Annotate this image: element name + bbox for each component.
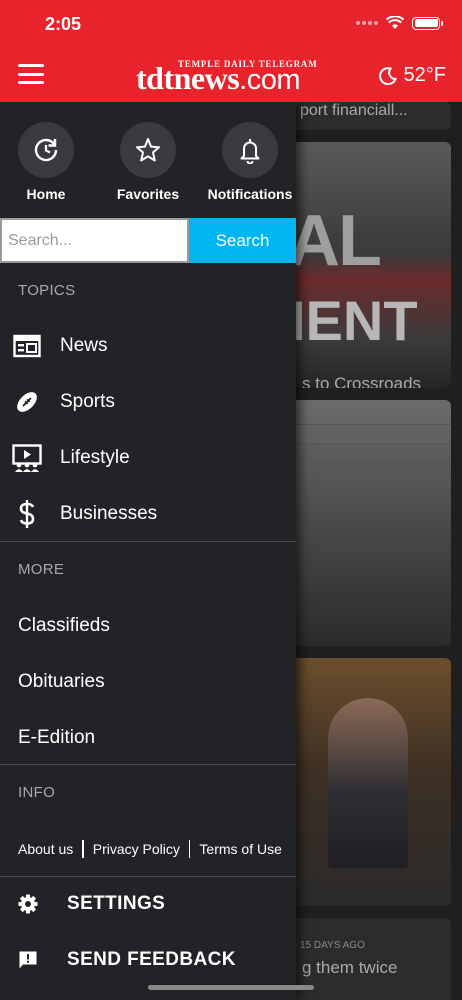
topic-label: Sports [60,391,115,412]
home-label: Home [26,186,66,202]
site-logo[interactable]: tdtnews.com TEMPLE DAILY TELEGRAM [136,56,328,96]
link-separator [188,840,191,858]
status-icons [356,16,443,30]
status-time: 2:05 [45,14,82,34]
topic-label: Lifestyle [60,447,130,468]
search-input[interactable] [0,218,189,263]
article-image-text: IENT [296,289,418,352]
newspaper-icon [0,334,60,358]
divider [0,541,296,542]
privacy-policy-link[interactable]: Privacy Policy [93,841,180,857]
home-indicator[interactable] [148,985,314,990]
article-title: port financiall... [300,102,408,119]
terms-of-use-link[interactable]: Terms of Use [199,841,281,857]
topic-item-lifestyle[interactable]: Lifestyle [0,430,296,486]
settings-button[interactable]: SETTINGS [0,876,296,932]
article-card[interactable] [296,400,451,646]
article-card[interactable]: AL IENT s to Crossroads [296,142,451,388]
more-item-classifieds[interactable]: Classifieds [18,615,110,637]
article-card[interactable]: port financiall... [296,102,451,130]
topic-label: News [60,335,108,356]
divider [0,764,296,765]
notifications-label: Notifications [207,186,293,202]
football-icon [0,389,60,415]
search-bar: Search [0,218,296,263]
quick-actions: Home Favorites Notifications [0,122,296,202]
article-title: s to Crossroads [302,374,422,388]
topic-label: Businesses [60,503,158,524]
favorites-label: Favorites [116,186,180,202]
logo-tagline: TEMPLE DAILY TELEGRAM [178,59,318,69]
navigation-drawer: Home Favorites Notifications Search TOPI… [0,102,296,1000]
link-separator [82,840,84,858]
weather-temperature: 52°F [403,64,446,86]
send-feedback-label: SEND FEEDBACK [67,949,236,970]
article-image [328,698,408,868]
video-audience-icon [0,444,60,472]
star-icon [120,122,176,178]
topic-item-businesses[interactable]: Businesses [0,486,296,542]
article-card[interactable]: 15 DAYS AGO g them twice [296,918,451,1000]
topic-item-news[interactable]: News [0,318,296,374]
topic-item-sports[interactable]: Sports [0,374,296,430]
search-button[interactable]: Search [189,218,296,263]
gear-icon [0,894,56,914]
about-us-link[interactable]: About us [18,841,73,857]
article-image-text: AL [296,201,382,281]
more-item-obituaries[interactable]: Obituaries [18,671,105,693]
article-title: g them twice [302,958,398,977]
home-refresh-icon [18,122,74,178]
article-card[interactable] [296,658,451,906]
feedback-icon [0,950,56,970]
settings-label: SETTINGS [67,893,166,914]
notifications-button[interactable]: Notifications [200,122,300,202]
menu-icon[interactable] [18,64,44,84]
article-feed: port financiall... AL IENT s to Crossroa… [296,102,462,1000]
dollar-icon [0,499,60,529]
info-links: About us Privacy Policy Terms of Use [18,840,282,858]
cellular-signal-icon [356,21,378,25]
moon-icon [378,66,397,85]
bell-icon [222,122,278,178]
topics-heading: TOPICS [18,282,76,299]
battery-icon [412,16,443,30]
info-heading: INFO [18,784,56,801]
weather-widget[interactable]: 52°F [378,64,446,87]
article-meta: 15 DAYS AGO [300,940,365,951]
wifi-icon [386,16,404,29]
top-app-bar: 2:05 tdtnews.com TEMPLE DAILY TELEGRAM 5… [0,0,462,102]
more-heading: MORE [18,561,65,578]
home-button[interactable]: Home [0,122,96,202]
send-feedback-button[interactable]: SEND FEEDBACK [0,932,296,988]
favorites-button[interactable]: Favorites [98,122,198,202]
more-item-e-edition[interactable]: E-Edition [18,727,95,749]
